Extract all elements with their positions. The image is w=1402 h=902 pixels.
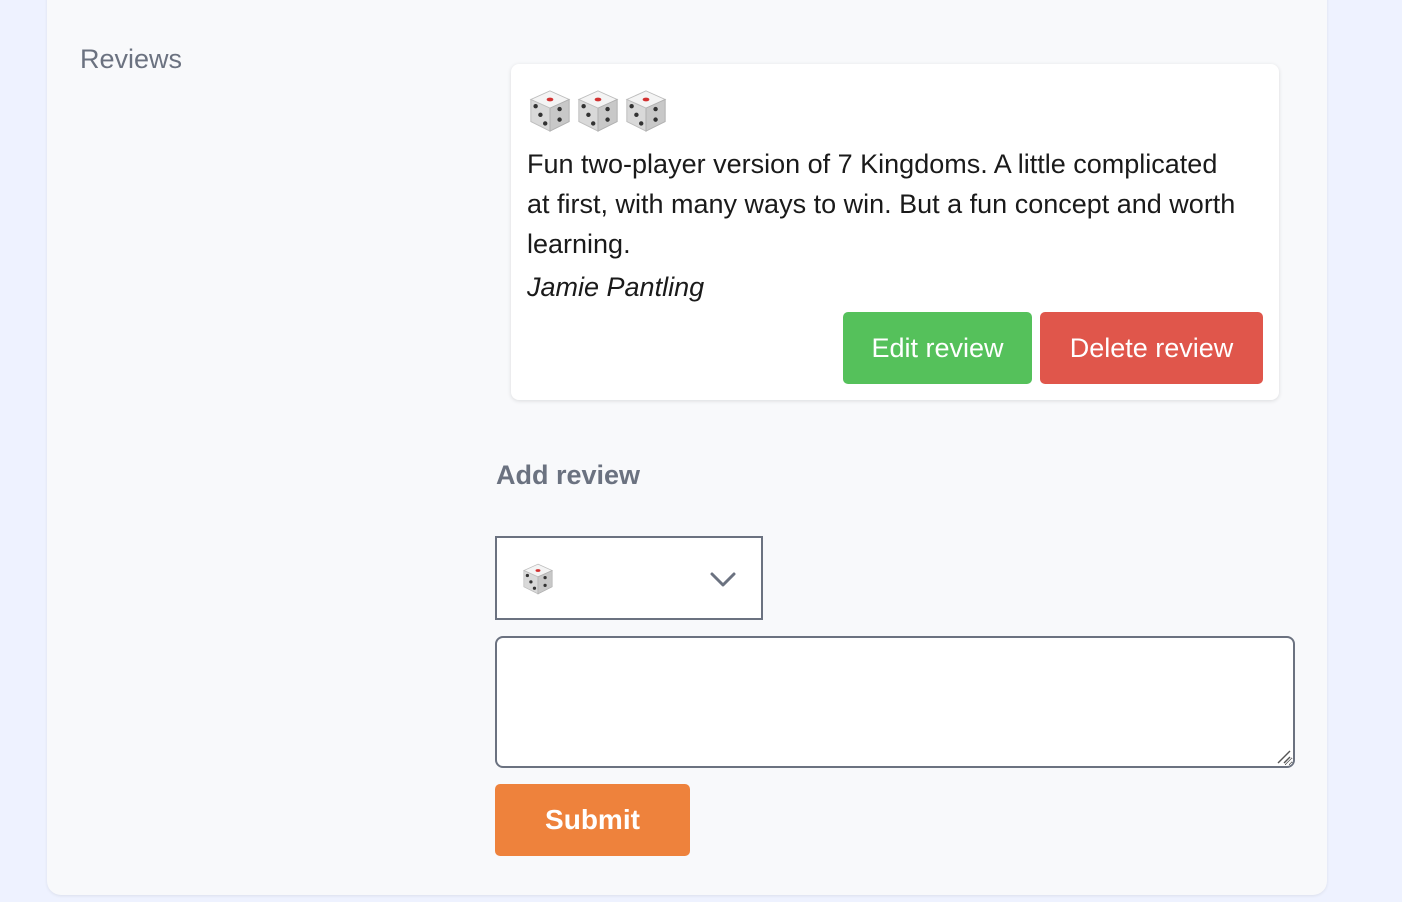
add-review-heading: Add review xyxy=(496,460,641,490)
dice-icon xyxy=(522,563,554,595)
review-rating xyxy=(527,88,669,134)
chevron-down-icon xyxy=(710,572,736,587)
reviews-section-label: Reviews xyxy=(80,44,183,74)
resize-handle-icon[interactable] xyxy=(1276,749,1292,765)
edit-review-button[interactable]: Edit review xyxy=(843,312,1032,384)
dice-icon xyxy=(529,90,571,132)
dice-icon xyxy=(577,90,619,132)
dice-icon xyxy=(625,90,667,132)
submit-button[interactable]: Submit xyxy=(495,784,690,856)
review-card: Fun two-player version of 7 Kingdoms. A … xyxy=(511,64,1279,400)
rating-select[interactable] xyxy=(495,536,763,620)
review-textarea[interactable] xyxy=(495,636,1295,768)
delete-review-button[interactable]: Delete review xyxy=(1040,312,1263,384)
review-text: Fun two-player version of 7 Kingdoms. A … xyxy=(527,149,1236,259)
review-author: Jamie Pantling xyxy=(527,272,705,302)
